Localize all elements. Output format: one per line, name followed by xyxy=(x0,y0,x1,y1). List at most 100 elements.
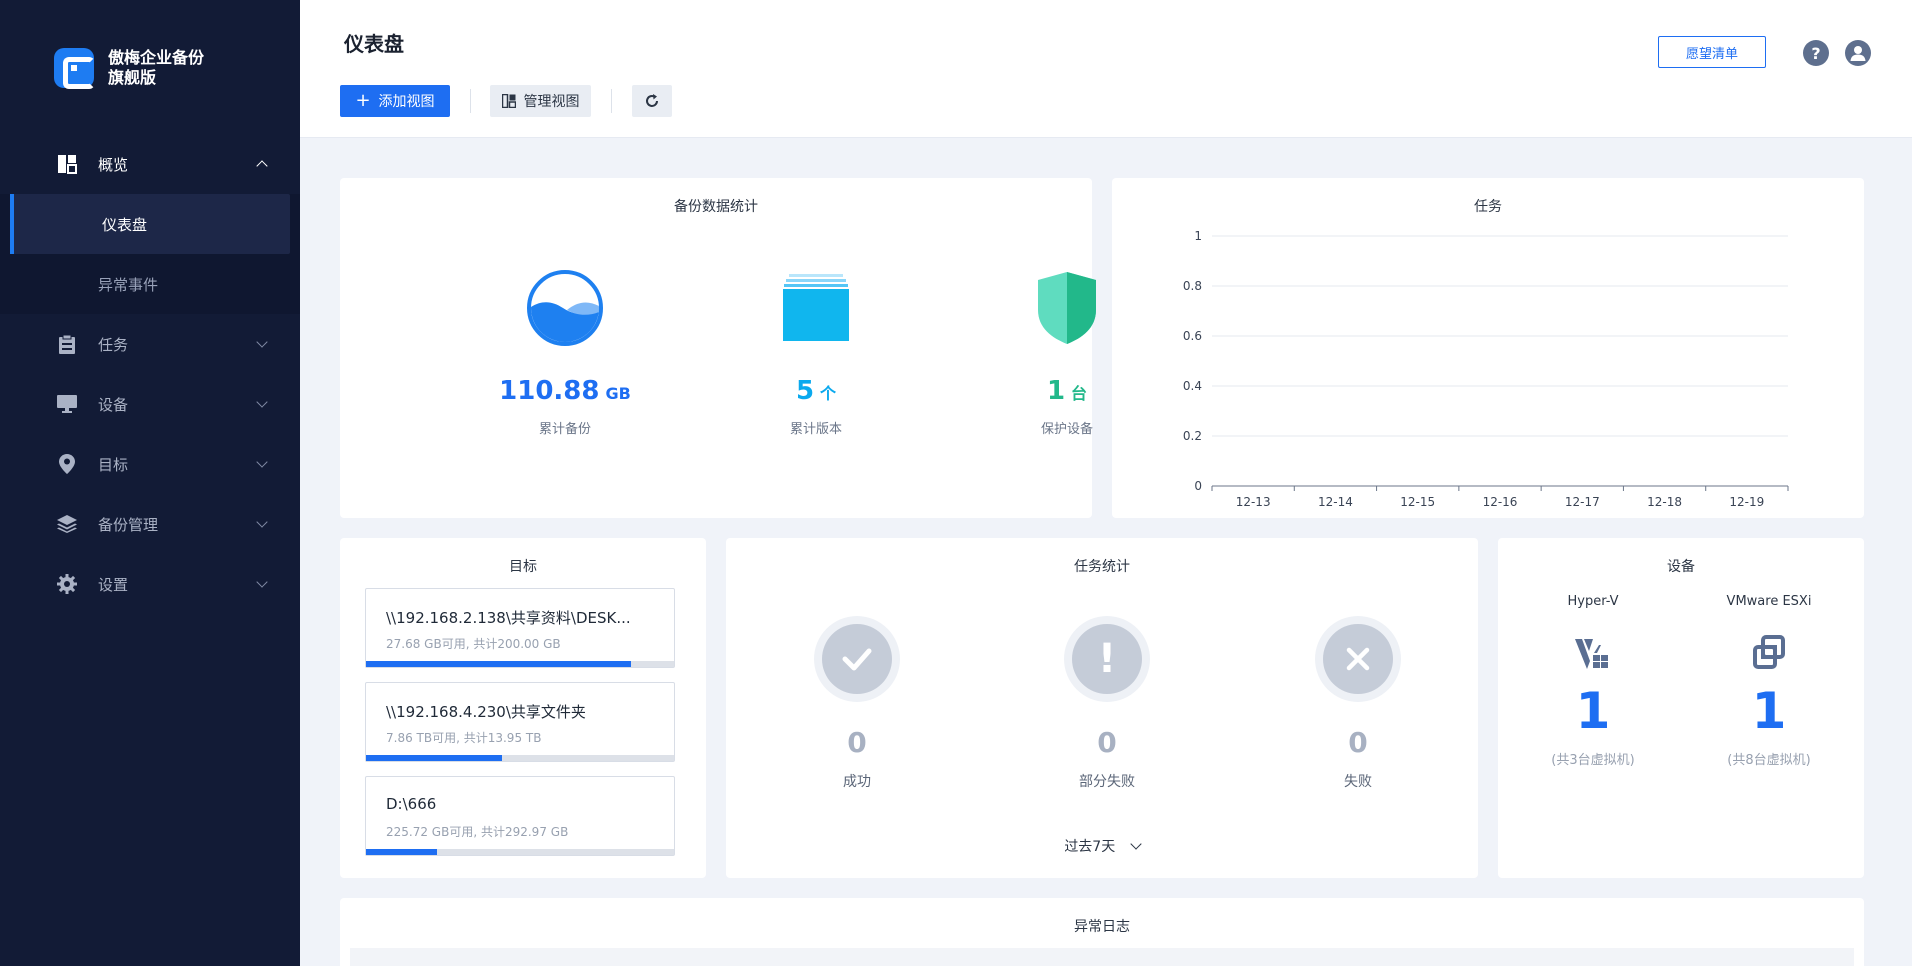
y-tick-label: 0 xyxy=(1194,479,1202,493)
vmware-icon xyxy=(1749,633,1789,673)
target-name: D:\666 xyxy=(386,795,437,813)
card-title: 异常日志 xyxy=(1074,919,1130,935)
success-label: 成功 xyxy=(843,774,871,790)
total-backup-stat: 110.88 GB 累计备份 xyxy=(465,270,665,437)
app-name-line1: 傲梅企业备份 xyxy=(108,48,205,67)
divider xyxy=(470,89,471,113)
app-logo[interactable]: 傲梅企业备份 旗舰版 xyxy=(54,48,204,89)
sidebar-item-overview[interactable]: 概览 xyxy=(0,134,300,194)
page-title: 仪表盘 xyxy=(344,32,404,56)
status-circle xyxy=(814,616,900,702)
total-versions-unit: 个 xyxy=(820,384,837,403)
target-capacity: 27.68 GB可用, 共计200.00 GB xyxy=(386,637,561,651)
clipboard-icon xyxy=(56,333,78,355)
sidebar: 傲梅企业备份 旗舰版 概览 仪表盘 异常事件 任务 设备 目标 备份管理 设置 xyxy=(0,0,300,966)
exclamation-icon: ! xyxy=(1072,624,1142,694)
sidebar-item-devices[interactable]: 设备 xyxy=(0,374,300,434)
period-label: 过去7天 xyxy=(1064,839,1116,855)
manage-view-button[interactable]: 管理视图 xyxy=(490,85,591,117)
app-name-line2: 旗舰版 xyxy=(108,68,157,87)
wishlist-button[interactable]: 愿望清单 xyxy=(1658,36,1766,68)
failure-count: 0 xyxy=(1348,726,1368,759)
total-versions-stat: 5个 累计版本 xyxy=(716,270,916,437)
target-capacity: 7.86 TB可用, 共计13.95 TB xyxy=(386,731,542,745)
total-versions-value: 5 xyxy=(795,376,815,406)
failure-stat: 0 失败 xyxy=(1268,616,1448,791)
target-item[interactable]: \\192.168.4.230\共享文件夹 7.86 TB可用, 共计13.95… xyxy=(365,682,675,762)
hyper-v-device[interactable]: Hyper-V 1 (共3台虚拟机) xyxy=(1498,594,1688,768)
x-tick-label: 12-18 xyxy=(1647,495,1682,509)
total-backup-value: 110.88 xyxy=(499,376,600,406)
success-count: 0 xyxy=(847,726,867,759)
chevron-down-icon xyxy=(256,396,268,408)
exception-log-card: 异常日志 xyxy=(340,898,1864,966)
target-name: \\192.168.4.230\共享文件夹 xyxy=(386,703,586,721)
target-item[interactable]: \\192.168.2.138\共享资料\DESK... 27.68 GB可用,… xyxy=(365,588,675,668)
y-tick-label: 0.6 xyxy=(1183,329,1202,343)
dashboard-icon xyxy=(56,153,78,175)
user-avatar-icon[interactable] xyxy=(1845,40,1871,66)
device-name: Hyper-V xyxy=(1567,594,1619,609)
tasks-chart-card: 任务 0 0.2 0.4 0.6 0.8 1 12-13 12-14 12-15 12-16 12-… xyxy=(1112,178,1864,518)
sidebar-item-label: 设置 xyxy=(98,575,129,594)
sidebar-item-targets[interactable]: 目标 xyxy=(0,434,300,494)
target-item[interactable]: D:\666 225.72 GB可用, 共计292.97 GB xyxy=(365,776,675,856)
app-name: 傲梅企业备份 旗舰版 xyxy=(108,48,204,88)
card-title: 备份数据统计 xyxy=(674,199,758,215)
target-usage-bar xyxy=(366,755,674,761)
partial-failure-stat: ! 0 部分失败 xyxy=(1017,616,1197,791)
success-stat: 0 成功 xyxy=(767,616,947,791)
target-usage-bar xyxy=(366,849,674,855)
vmware-device[interactable]: VMware ESXi 1 (共8台虚拟机) xyxy=(1674,594,1864,768)
card-title: 目标 xyxy=(509,559,537,575)
total-backup-unit: GB xyxy=(605,384,631,403)
status-circle: ! xyxy=(1064,616,1150,702)
tasks-line-chart: 0 0.2 0.4 0.6 0.8 1 12-13 12-14 12-15 12-16 12-17 1… xyxy=(1183,229,1789,509)
failure-label: 失败 xyxy=(1344,774,1372,790)
sidebar-item-dashboard[interactable]: 仪表盘 xyxy=(10,194,290,254)
sidebar-item-label: 设备 xyxy=(98,395,129,414)
sidebar-item-label: 概览 xyxy=(98,155,129,174)
partial-failure-label: 部分失败 xyxy=(1079,774,1135,790)
y-tick-label: 1 xyxy=(1194,229,1202,243)
sidebar-item-tasks[interactable]: 任务 xyxy=(0,314,300,374)
stacked-files-icon xyxy=(781,270,851,346)
x-tick-label: 12-13 xyxy=(1236,495,1271,509)
monitor-icon xyxy=(56,393,78,415)
y-tick-label: 0.8 xyxy=(1183,279,1202,293)
sidebar-item-label: 任务 xyxy=(98,335,129,354)
help-icon[interactable]: ? xyxy=(1803,40,1829,66)
backup-stats-card: 备份数据统计 110.88 GB 累计备份 5 个 累计版本 1 台 保护设备 xyxy=(340,178,1096,518)
x-tick-label: 12-19 xyxy=(1729,495,1764,509)
gear-icon xyxy=(56,573,78,595)
y-tick-label: 0.4 xyxy=(1183,379,1202,393)
sidebar-item-exception-events[interactable]: 异常事件 xyxy=(0,254,300,314)
chevron-down-icon xyxy=(256,576,268,588)
total-versions-label: 累计版本 xyxy=(789,422,842,437)
x-tick-label: 12-16 xyxy=(1483,495,1518,509)
sidebar-item-label: 异常事件 xyxy=(98,275,159,294)
layers-icon xyxy=(56,513,78,535)
period-dropdown[interactable]: 过去7天 xyxy=(726,836,1478,856)
target-usage-fill xyxy=(366,755,502,761)
protected-devices-unit: 台 xyxy=(1071,384,1088,403)
total-backup-label: 累计备份 xyxy=(538,422,591,437)
chevron-down-icon xyxy=(256,336,268,348)
sidebar-item-settings[interactable]: 设置 xyxy=(0,554,300,614)
overview-submenu: 仪表盘 异常事件 xyxy=(0,194,300,314)
targets-card: 目标 \\192.168.2.138\共享资料\DESK... 27.68 GB… xyxy=(340,538,706,878)
sidebar-item-backup-management[interactable]: 备份管理 xyxy=(0,494,300,554)
device-name: VMware ESXi xyxy=(1726,594,1812,609)
status-circle xyxy=(1315,616,1401,702)
add-view-button[interactable]: + 添加视图 xyxy=(340,85,450,117)
device-vm-count: (共8台虚拟机) xyxy=(1727,753,1811,768)
device-vm-count: (共3台虚拟机) xyxy=(1551,753,1635,768)
refresh-button[interactable] xyxy=(632,85,672,117)
sidebar-nav: 概览 仪表盘 异常事件 任务 设备 目标 备份管理 设置 xyxy=(0,134,300,614)
exception-log-table-header xyxy=(350,948,1854,966)
chevron-down-icon xyxy=(256,516,268,528)
shield-icon xyxy=(1034,270,1100,346)
target-capacity: 225.72 GB可用, 共计292.97 GB xyxy=(386,825,569,839)
x-tick-label: 12-15 xyxy=(1400,495,1435,509)
chevron-up-icon xyxy=(256,160,268,172)
